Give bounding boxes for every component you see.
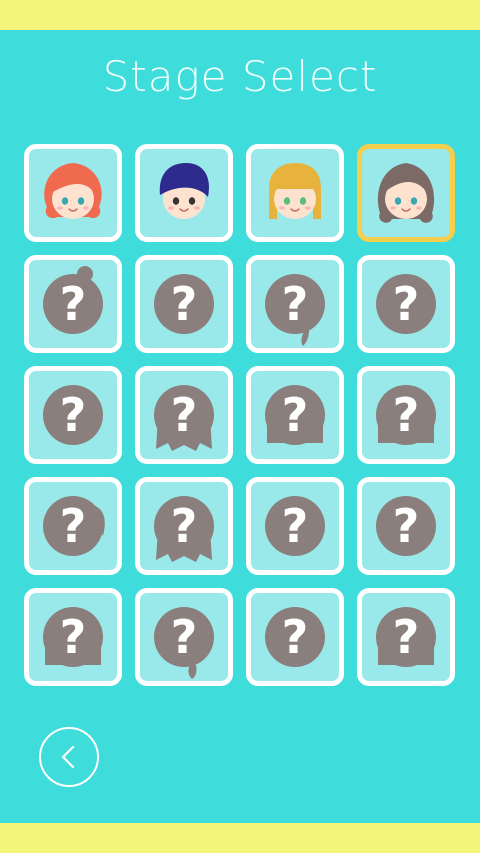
locked-curly-silhouette-icon: ? bbox=[265, 496, 325, 556]
page-title: Stage Select bbox=[102, 52, 378, 101]
stage-tile-locked[interactable]: ? bbox=[357, 477, 455, 575]
bottom-bar bbox=[0, 823, 480, 853]
locked-short-silhouette-icon: ? bbox=[265, 607, 325, 667]
question-mark-icon: ? bbox=[60, 277, 87, 331]
stage-tile-locked[interactable]: ? bbox=[24, 255, 122, 353]
locked-short-silhouette-icon: ? bbox=[376, 496, 436, 556]
brown-wavy-hair-girl-face-icon bbox=[377, 163, 435, 223]
stage-tile-locked[interactable]: ? bbox=[24, 366, 122, 464]
stage-tile-locked[interactable]: ? bbox=[135, 588, 233, 686]
stage-tile-locked[interactable]: ? bbox=[135, 255, 233, 353]
blonde-bob-girl-face-icon bbox=[269, 163, 321, 219]
stage-tile-locked[interactable]: ? bbox=[135, 477, 233, 575]
stage-select-screen: Stage Select ? ? ? ? ? ? ? ? ? ? ? ? ? ?… bbox=[0, 0, 480, 853]
chevron-left-icon bbox=[61, 745, 75, 769]
question-mark-icon: ? bbox=[282, 277, 309, 331]
stage-tile-locked[interactable]: ? bbox=[246, 366, 344, 464]
stage-tile[interactable] bbox=[24, 144, 122, 242]
locked-bob-silhouette-icon: ? bbox=[376, 607, 436, 667]
locked-bun-silhouette-icon: ? bbox=[43, 266, 103, 334]
question-mark-icon: ? bbox=[393, 388, 420, 442]
locked-bob-silhouette-icon: ? bbox=[43, 607, 103, 667]
locked-long-silhouette-icon: ? bbox=[154, 496, 214, 562]
stage-tile-locked[interactable]: ? bbox=[135, 366, 233, 464]
question-mark-icon: ? bbox=[393, 610, 420, 664]
question-mark-icon: ? bbox=[171, 277, 198, 331]
locked-curly-silhouette-icon: ? bbox=[154, 274, 214, 334]
stage-tile-locked[interactable]: ? bbox=[246, 588, 344, 686]
stage-tile-locked[interactable]: ? bbox=[357, 366, 455, 464]
locked-curly-silhouette-icon: ? bbox=[376, 274, 436, 334]
stage-tile-locked[interactable]: ? bbox=[246, 255, 344, 353]
stage-tile[interactable] bbox=[246, 144, 344, 242]
question-mark-icon: ? bbox=[171, 610, 198, 664]
locked-braid-silhouette-icon: ? bbox=[154, 607, 214, 679]
question-mark-icon: ? bbox=[171, 388, 198, 442]
locked-sidetail-silhouette-icon: ? bbox=[43, 496, 105, 556]
locked-long-silhouette-icon: ? bbox=[154, 385, 214, 451]
top-bar bbox=[0, 0, 480, 30]
question-mark-icon: ? bbox=[282, 610, 309, 664]
question-mark-icon: ? bbox=[60, 388, 87, 442]
locked-short-silhouette-icon: ? bbox=[43, 385, 103, 445]
red-hair-girl-face-icon bbox=[44, 163, 102, 219]
stage-tile-locked[interactable]: ? bbox=[24, 588, 122, 686]
locked-bob-silhouette-icon: ? bbox=[265, 385, 325, 445]
stage-tile[interactable] bbox=[357, 144, 455, 242]
back-button[interactable] bbox=[39, 727, 99, 787]
question-mark-icon: ? bbox=[171, 499, 198, 553]
locked-ponytail-silhouette-icon: ? bbox=[265, 274, 325, 346]
question-mark-icon: ? bbox=[393, 277, 420, 331]
question-mark-icon: ? bbox=[393, 499, 420, 553]
stage-tile-locked[interactable]: ? bbox=[357, 588, 455, 686]
question-mark-icon: ? bbox=[282, 499, 309, 553]
stage-grid: ? ? ? ? ? ? ? ? ? ? ? ? ? ? ? ? bbox=[24, 144, 456, 686]
stage-tile-locked[interactable]: ? bbox=[246, 477, 344, 575]
stage-tile-locked[interactable]: ? bbox=[24, 477, 122, 575]
stage-tile[interactable] bbox=[135, 144, 233, 242]
question-mark-icon: ? bbox=[282, 388, 309, 442]
stage-tile-locked[interactable]: ? bbox=[357, 255, 455, 353]
question-mark-icon: ? bbox=[60, 499, 87, 553]
question-mark-icon: ? bbox=[60, 610, 87, 664]
locked-bob-silhouette-icon: ? bbox=[376, 385, 436, 445]
navy-hair-boy-face-icon bbox=[159, 163, 210, 219]
